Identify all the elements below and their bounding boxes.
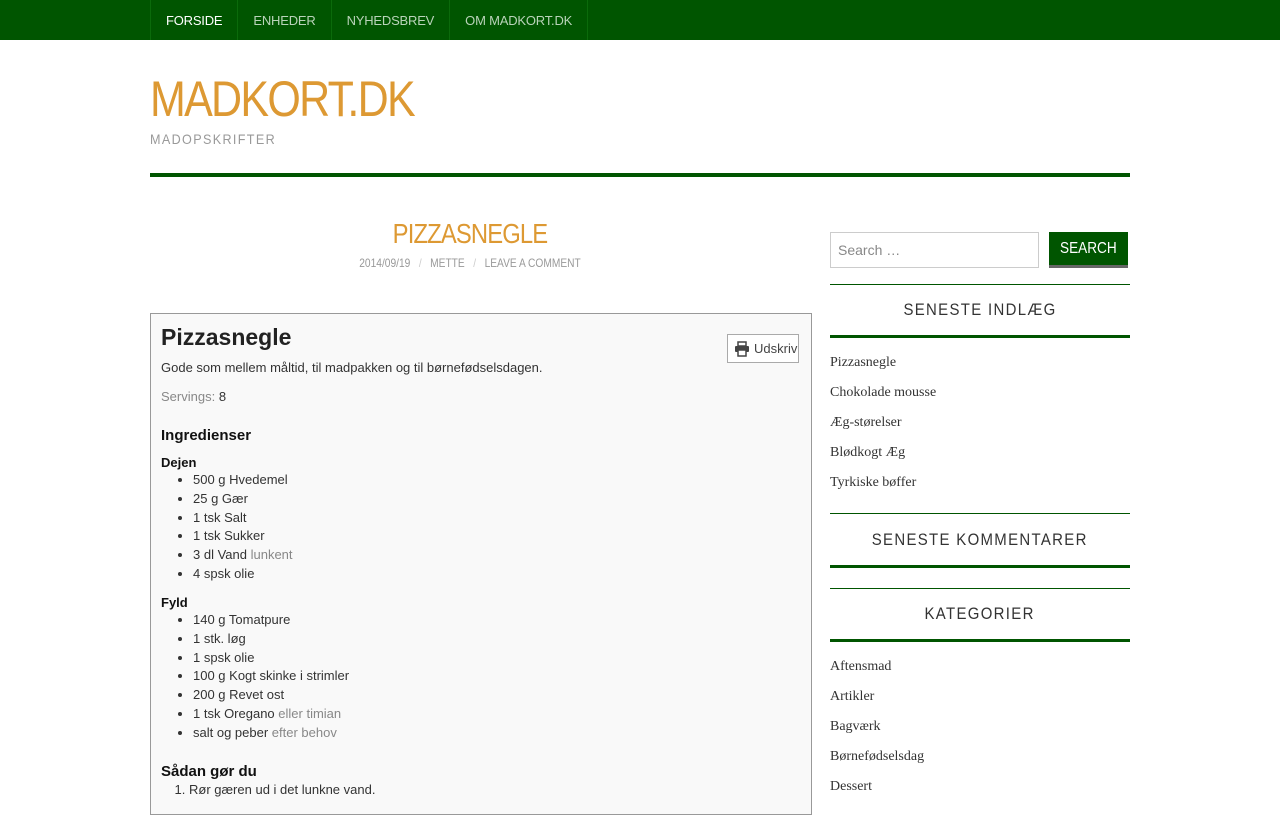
print-button[interactable]: Udskriv: [727, 334, 799, 363]
category-link[interactable]: Dessert: [830, 779, 924, 809]
category-link[interactable]: Artikler: [830, 689, 924, 719]
categories-title: KATEGORIER: [830, 588, 1130, 642]
recipe-name: Pizzasnegle: [161, 324, 292, 350]
nav-menu: FORSIDE ENHEDER NYHEDSBREV OM MADKORT.DK: [150, 0, 589, 40]
ingredient-item: 3 dl Vand lunkent: [193, 546, 293, 565]
print-label: Udskriv: [754, 341, 798, 356]
ingredient-group-title: Dejen: [161, 455, 197, 470]
ingredient-note: eller timian: [278, 705, 342, 721]
category-link[interactable]: Aftensmad: [830, 659, 924, 689]
recipe-card: Pizzasnegle Udskriv Gode som mellem målt…: [150, 313, 812, 815]
ingredient-item: 100 g Kogt skinke i strimler: [193, 667, 349, 686]
post-title: PIZZASNEGLE: [392, 218, 548, 249]
recipe-summary: Gode som mellem måltid, til madpakken og…: [161, 360, 543, 375]
search-button[interactable]: SEARCH: [1049, 232, 1128, 268]
ingredient-list: 140 g Tomatpure 1 stk. løg 1 spsk olie 1…: [161, 611, 349, 743]
category-link[interactable]: Børnefødselsdag: [830, 749, 924, 779]
ingredient-note: lunkent: [250, 547, 293, 563]
leave-comment-link[interactable]: LEAVE A COMMENT: [485, 256, 581, 270]
recent-post-link[interactable]: Pizzasnegle: [830, 355, 936, 385]
post-meta: 2014/09/19 / METTE / LEAVE A COMMENT: [198, 256, 742, 270]
recent-comments-title: SENESTE KOMMENTARER: [830, 513, 1130, 568]
recent-post-link[interactable]: Tyrkiske bøffer: [830, 475, 936, 505]
category-link[interactable]: Bagværk: [830, 719, 924, 749]
nav-item-om-madkort[interactable]: OM MADKORT.DK: [449, 0, 589, 40]
ingredient-item: 1 spsk olie: [193, 649, 349, 668]
nav-item-enheder[interactable]: ENHEDER: [237, 0, 330, 40]
printer-icon: [735, 340, 749, 357]
post-author[interactable]: METTE: [430, 256, 465, 270]
categories-list: Aftensmad Artikler Bagværk Børnefødselsd…: [830, 659, 924, 809]
servings-label: Servings:: [161, 389, 216, 404]
nav-item-forside[interactable]: FORSIDE: [150, 0, 237, 40]
instruction-step: Rør gæren ud i det lunkne vand.: [189, 781, 375, 800]
ingredient-item: 500 g Hvedemel: [193, 471, 293, 490]
ingredient-item: 4 spsk olie: [193, 565, 293, 584]
recipe-servings: Servings: 8: [161, 389, 226, 404]
ingredient-item: 1 tsk Sukker: [193, 527, 293, 546]
recent-post-link[interactable]: Blødkogt Æg: [830, 445, 936, 475]
top-navigation: FORSIDE ENHEDER NYHEDSBREV OM MADKORT.DK: [0, 0, 1280, 40]
header-divider: [150, 173, 1130, 177]
ingredient-note: efter behov: [271, 724, 337, 740]
ingredient-item: 25 g Gær: [193, 490, 293, 509]
meta-separator: /: [418, 256, 422, 270]
recent-posts-title: SENESTE INDLÆG: [830, 284, 1130, 338]
instructions-heading: Sådan gør du: [161, 763, 257, 780]
ingredient-item: 140 g Tomatpure: [193, 611, 349, 630]
recent-post-link[interactable]: Æg-størelser: [830, 415, 936, 445]
instruction-list: Rør gæren ud i det lunkne vand.: [161, 781, 375, 800]
search-input[interactable]: [830, 232, 1039, 268]
ingredient-item: 1 tsk Oregano eller timian: [193, 705, 349, 724]
search-button-label: SEARCH: [1060, 239, 1117, 257]
ingredients-heading: Ingredienser: [161, 427, 252, 444]
ingredient-item: 1 stk. løg: [193, 630, 349, 649]
post-date[interactable]: 2014/09/19: [359, 256, 410, 270]
recent-posts-list: Pizzasnegle Chokolade mousse Æg-størelse…: [830, 355, 936, 505]
site-title[interactable]: MADKORT.DK: [150, 72, 416, 127]
ingredient-item: salt og peber efter behov: [193, 724, 349, 743]
servings-value: 8: [218, 389, 227, 404]
ingredient-item: 200 g Revet ost: [193, 686, 349, 705]
meta-separator: /: [473, 256, 477, 270]
ingredient-list: 500 g Hvedemel 25 g Gær 1 tsk Salt 1 tsk…: [161, 471, 293, 584]
site-tagline: MADOPSKRIFTER: [150, 131, 277, 147]
ingredient-item: 1 tsk Salt: [193, 509, 293, 528]
ingredient-group-title: Fyld: [161, 595, 188, 610]
nav-item-nyhedsbrev[interactable]: NYHEDSBREV: [330, 0, 450, 40]
recent-post-link[interactable]: Chokolade mousse: [830, 385, 936, 415]
